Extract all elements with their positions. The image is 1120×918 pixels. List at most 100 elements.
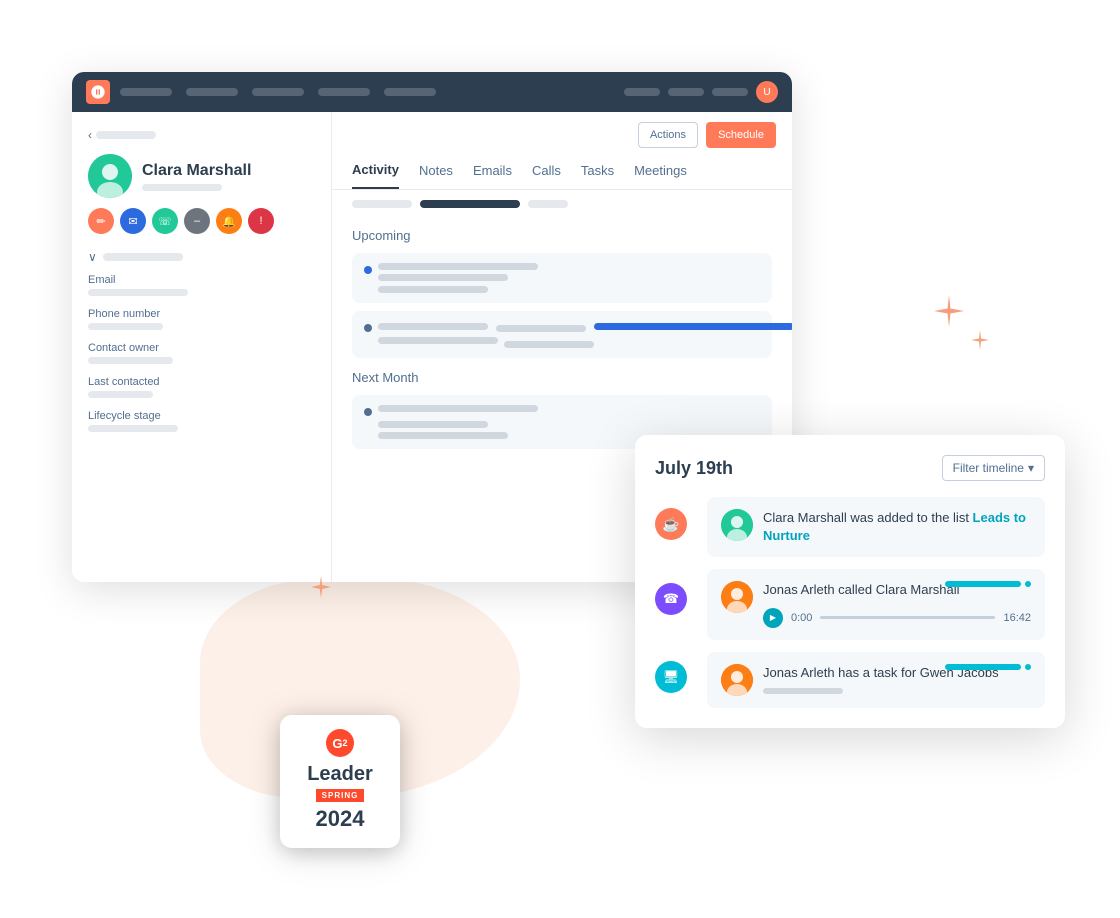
- back-arrow-icon: ‹: [88, 128, 92, 142]
- phone-icon[interactable]: ☏: [152, 208, 178, 234]
- tl-line-1c: [378, 286, 488, 293]
- badge-year-text: 2024: [296, 806, 384, 832]
- tl-line-3c: [378, 432, 508, 439]
- g2-letter: G: [332, 736, 342, 751]
- filter-pill-2[interactable]: [420, 200, 520, 208]
- event-text-1: Clara Marshall was added to the list Lea…: [763, 509, 1031, 545]
- timeline-events-container: ☕ ☎ 🖥: [655, 497, 1045, 708]
- more-icon[interactable]: !: [248, 208, 274, 234]
- audio-player: ▶ 0:00 16:42: [763, 608, 1031, 628]
- nav-item-deals[interactable]: [252, 88, 304, 96]
- event-content-2: Jonas Arleth called Clara Marshall ▶ 0:0…: [763, 581, 1031, 627]
- field-owner-label: Contact owner: [88, 342, 315, 354]
- next-month-label: Next Month: [352, 370, 772, 385]
- audio-total-time: 16:42: [1003, 612, 1031, 624]
- tl-line-1a: [378, 263, 538, 270]
- schedule-btn[interactable]: Schedule: [706, 122, 776, 148]
- event-task: Jonas Arleth has a task for Gwen Jacobs: [707, 652, 1045, 708]
- topbar-pill-1: [624, 88, 660, 96]
- nav-item-companies[interactable]: [186, 88, 238, 96]
- filter-timeline-label: Filter timeline: [953, 461, 1024, 475]
- nav-item-contacts[interactable]: [120, 88, 172, 96]
- hubspot-logo: [86, 80, 110, 104]
- email-icon[interactable]: ✉: [120, 208, 146, 234]
- crm-topbar: U: [72, 72, 792, 112]
- event-row-2: Jonas Arleth called Clara Marshall ▶ 0:0…: [721, 581, 1031, 627]
- contact-header: Clara Marshall: [88, 154, 315, 198]
- page-wrapper: U ‹: [0, 0, 1120, 918]
- tl-line-2e: [504, 341, 594, 348]
- task-status-bar: [945, 664, 1021, 670]
- event-content-1: Clara Marshall was added to the list Lea…: [763, 509, 1031, 545]
- g2-logo: G2: [326, 729, 354, 757]
- timeline-dot-1: [364, 266, 372, 274]
- event-avatar-jonas-2: [721, 664, 753, 696]
- timeline-dot-3: [364, 408, 372, 416]
- contact-name: Clara Marshall: [142, 162, 251, 180]
- tl-line-2c: [594, 323, 792, 330]
- tab-calls[interactable]: Calls: [532, 163, 561, 188]
- field-lifecycle-label: Lifecycle stage: [88, 410, 315, 422]
- filter-pill-1[interactable]: [352, 200, 412, 208]
- field-phone: Phone number: [88, 308, 315, 330]
- play-button[interactable]: ▶: [763, 608, 783, 628]
- event-row-1: Clara Marshall was added to the list Lea…: [721, 509, 1031, 545]
- contact-subline: [142, 184, 222, 191]
- call-status-dot: [1025, 581, 1031, 587]
- contact-avatar: [88, 154, 132, 198]
- sparkle-small-icon: [970, 330, 990, 350]
- field-email: Email: [88, 274, 315, 296]
- section-title: [103, 253, 183, 261]
- tl-line-2a: [378, 323, 488, 330]
- nav-item-tickets[interactable]: [318, 88, 370, 96]
- field-last-contacted-value: [88, 391, 153, 398]
- task-status-bar-container: [945, 664, 1031, 670]
- g2-badge: G2 Leader SPRING 2024: [280, 715, 400, 848]
- contact-info: Clara Marshall: [142, 162, 251, 191]
- topbar-pill-3: [712, 88, 748, 96]
- tl-line-1b: [378, 274, 508, 281]
- event-avatar-jonas-1: [721, 581, 753, 613]
- activity-tabs: Activity Notes Emails Calls Tasks Meetin…: [332, 148, 792, 190]
- back-button[interactable]: ‹: [88, 128, 315, 142]
- tab-notes[interactable]: Notes: [419, 163, 453, 188]
- connector-dot-list: ☕: [655, 508, 687, 540]
- topbar-pill-2: [668, 88, 704, 96]
- audio-progress-bar[interactable]: [820, 616, 995, 619]
- tab-emails[interactable]: Emails: [473, 163, 512, 188]
- field-owner: Contact owner: [88, 342, 315, 364]
- avatar-image: [88, 154, 132, 198]
- notify-icon[interactable]: 🔔: [216, 208, 242, 234]
- badge-spring-text: SPRING: [316, 789, 365, 802]
- activity-timeline: Upcoming: [332, 218, 792, 467]
- timeline-dot-2: [364, 324, 372, 332]
- breadcrumb-pill: [96, 131, 156, 139]
- filter-timeline-button[interactable]: Filter timeline ▾: [942, 455, 1045, 481]
- connector-dot-task: 🖥: [655, 661, 687, 693]
- chevron-down-icon: ∨: [88, 250, 97, 264]
- edit-icon[interactable]: ✏: [88, 208, 114, 234]
- call-status-bar: [945, 581, 1021, 587]
- badge-leader-text: Leader: [296, 763, 384, 785]
- section-header: ∨: [88, 250, 315, 264]
- field-phone-value: [88, 323, 163, 330]
- connector-dots-column: ☕ ☎ 🖥: [655, 497, 687, 708]
- field-phone-label: Phone number: [88, 308, 315, 320]
- chat-icon[interactable]: –: [184, 208, 210, 234]
- event-call: Jonas Arleth called Clara Marshall ▶ 0:0…: [707, 569, 1045, 639]
- field-owner-value: [88, 357, 173, 364]
- field-email-value: [88, 289, 188, 296]
- filter-pill-3[interactable]: [528, 200, 568, 208]
- event-subline-3: [763, 688, 843, 694]
- nav-item-reports[interactable]: [384, 88, 436, 96]
- user-avatar-top[interactable]: U: [756, 81, 778, 103]
- actions-btn[interactable]: Actions: [638, 122, 698, 148]
- timeline-item-2: [352, 311, 772, 358]
- tab-meetings[interactable]: Meetings: [634, 163, 687, 188]
- tab-activity[interactable]: Activity: [352, 162, 399, 189]
- task-status-dot: [1025, 664, 1031, 670]
- tab-tasks[interactable]: Tasks: [581, 163, 614, 188]
- event-text-pre-1: Clara Marshall was added to the list: [763, 510, 973, 525]
- sparkle-large-icon: [933, 295, 965, 327]
- filter-bar: [332, 190, 792, 218]
